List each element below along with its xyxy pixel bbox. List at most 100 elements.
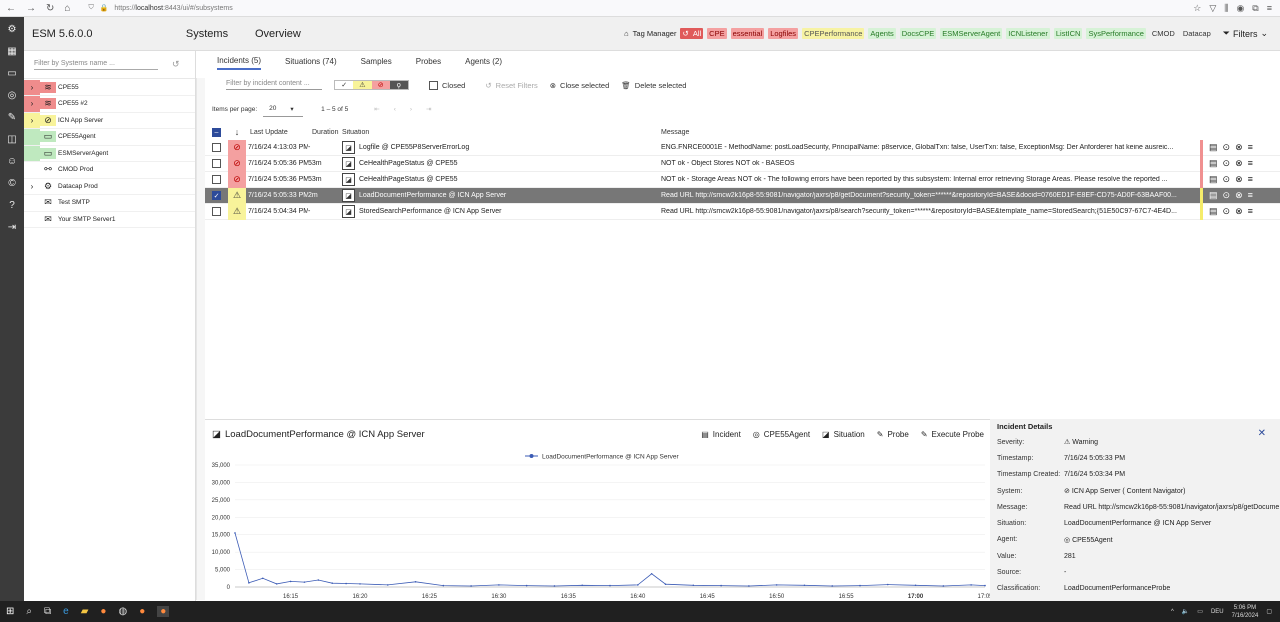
link-cpe55agent[interactable]: ◎ CPE55Agent xyxy=(753,430,810,439)
delete-selected-button[interactable]: 🗑 Delete selected xyxy=(621,81,686,90)
row-checkbox[interactable] xyxy=(212,207,221,216)
page-nav-arrows[interactable]: ⇤‹›⇥ xyxy=(374,105,445,113)
link-situation[interactable]: ◪ Situation xyxy=(822,430,865,439)
url-bar[interactable]: ⛉ 🔒 https://localhost:8443/ui/#/subsyste… xyxy=(88,4,232,12)
copyright-icon[interactable]: © xyxy=(4,175,20,191)
system-item[interactable]: › ≋ CPE55 #2 xyxy=(24,96,195,113)
link-execute-probe[interactable]: ✎ Execute Probe xyxy=(921,430,984,439)
row-checkbox[interactable] xyxy=(212,175,221,184)
close-icon[interactable]: ✕ xyxy=(1258,428,1266,439)
tab-0[interactable]: Incidents (5) xyxy=(217,53,262,70)
acknowledge-icon[interactable]: ⊙ xyxy=(1223,158,1231,169)
details-icon[interactable]: ▤ xyxy=(1209,206,1218,217)
reload-icon[interactable]: ↻ xyxy=(46,3,54,14)
probe-icon[interactable]: ◪ xyxy=(342,157,355,170)
systems-filter-input[interactable]: Filter by Systems name ... xyxy=(34,60,158,70)
sidebar-scrollbar[interactable] xyxy=(196,78,205,600)
expand-chevron-icon[interactable]: › xyxy=(24,179,40,195)
row-menu-icon[interactable]: ≡ xyxy=(1248,174,1253,185)
network-icon[interactable]: ▭ xyxy=(1197,608,1203,615)
incident-filter-input[interactable]: Filter by incident content ... xyxy=(226,80,322,90)
star-icon[interactable]: ☆ xyxy=(1193,3,1201,14)
expand-chevron-icon[interactable]: › xyxy=(24,96,40,112)
row-menu-icon[interactable]: ≡ xyxy=(1248,158,1253,169)
link-incident[interactable]: ▤ Incident xyxy=(701,430,741,439)
situation-text[interactable]: StoredSearchPerformance @ ICN App Server xyxy=(359,208,502,215)
row-checkbox[interactable]: ✓ xyxy=(212,191,221,200)
acknowledge-icon[interactable]: ⊙ xyxy=(1223,142,1231,153)
close-incident-icon[interactable]: ⊗ xyxy=(1235,174,1243,185)
edge-icon[interactable]: e xyxy=(63,606,69,617)
sort-arrow-icon[interactable]: ↓ xyxy=(228,124,246,140)
table-row[interactable]: ✓ ⚠ 7/16/24 5:05:33 PM 2m ◪ LoadDocumentPerfo… xyxy=(205,187,1280,204)
windows-start-icon[interactable]: ⊞ xyxy=(6,606,14,617)
items-per-page-select[interactable]: 20 ▾ xyxy=(263,101,304,117)
system-item[interactable]: ✉ Test SMTP xyxy=(24,195,195,212)
firefox-icon-2[interactable]: ● xyxy=(139,606,145,617)
pocket-icon[interactable]: ▽ xyxy=(1209,3,1216,14)
tag-cmod[interactable]: CMOD xyxy=(1150,28,1177,39)
acknowledge-icon[interactable]: ⊙ xyxy=(1223,174,1231,185)
select-all-checkbox[interactable]: – xyxy=(212,127,221,137)
tab-3[interactable]: Probes xyxy=(416,54,441,69)
probe-icon[interactable]: ◪ xyxy=(342,205,355,218)
tag-essential[interactable]: essential xyxy=(730,28,765,39)
tag-cpe[interactable]: CPE xyxy=(707,28,727,39)
expand-chevron-icon[interactable]: › xyxy=(24,79,40,95)
tray-chevron-icon[interactable]: ^ xyxy=(1171,609,1174,615)
situation-text[interactable]: CeHealthPageStatus @ CPE55 xyxy=(359,176,458,183)
close-incident-icon[interactable]: ⊗ xyxy=(1235,206,1243,217)
severity-filter[interactable]: ✓ ⚠ ⊘ ϙ xyxy=(334,80,409,90)
forward-icon[interactable]: → xyxy=(26,3,36,14)
col-situation[interactable]: Situation xyxy=(342,129,661,136)
reset-filters-button[interactable]: ↺ Reset Filters xyxy=(485,81,537,90)
col-last-update[interactable]: Last Update xyxy=(246,129,308,136)
clock[interactable]: 5:06 PM 7/16/2024 xyxy=(1232,604,1259,620)
col-message[interactable]: Message xyxy=(661,129,1197,136)
tag-cpeperformance[interactable]: CPEPerformance xyxy=(802,28,865,39)
help-icon[interactable]: ? xyxy=(4,197,20,213)
system-item[interactable]: › ⊘ ICN App Server xyxy=(24,112,195,129)
probe-icon[interactable]: ◪ xyxy=(342,141,355,154)
row-menu-icon[interactable]: ≡ xyxy=(1248,142,1253,153)
firefox-icon[interactable]: ● xyxy=(100,606,106,617)
tag-icnlistener[interactable]: ICNListener xyxy=(1006,28,1050,39)
row-menu-icon[interactable]: ≡ xyxy=(1248,206,1253,217)
notification-icon[interactable]: ▢ xyxy=(1266,608,1272,615)
table-row[interactable]: ⊘ 7/16/24 5:05:36 PM 53m ◪ CeHealthPageStatu… xyxy=(205,171,1280,188)
library-icon[interactable]: ⫼ xyxy=(1224,3,1228,14)
critical-filter-icon[interactable]: ϙ xyxy=(389,81,408,89)
tag-sysperformance[interactable]: SysPerformance xyxy=(1086,28,1146,39)
tag-esmserveragent[interactable]: ESMServerAgent xyxy=(940,28,1003,39)
close-incident-icon[interactable]: ⊗ xyxy=(1235,190,1243,201)
home-icon[interactable]: ⌂ xyxy=(64,3,70,14)
situation-text[interactable]: CeHealthPageStatus @ CPE55 xyxy=(359,160,458,167)
volume-icon[interactable]: 🔈 xyxy=(1182,608,1189,615)
target-icon[interactable]: ◎ xyxy=(4,87,20,103)
monitor-icon[interactable]: ▭ xyxy=(4,65,20,81)
system-item[interactable]: ▭ ESMServerAgent xyxy=(24,145,195,162)
tag-datacap[interactable]: Datacap xyxy=(1181,28,1213,39)
row-menu-icon[interactable]: ≡ xyxy=(1248,190,1253,201)
firefox-active-icon[interactable]: ● xyxy=(157,606,170,617)
reset-filter-icon[interactable]: ↺ xyxy=(172,59,180,70)
error-filter-icon[interactable]: ⊘ xyxy=(371,81,390,89)
logout-icon[interactable]: ⇥ xyxy=(4,219,20,235)
details-icon[interactable]: ▤ xyxy=(1209,158,1218,169)
settings-icon[interactable]: ⚙ xyxy=(4,21,20,37)
closed-toggle[interactable]: Closed xyxy=(429,80,465,90)
tab-2[interactable]: Samples xyxy=(361,54,392,69)
details-icon[interactable]: ▤ xyxy=(1209,174,1218,185)
tag-listicn[interactable]: ListICN xyxy=(1053,28,1083,39)
details-icon[interactable]: ▤ xyxy=(1209,142,1218,153)
system-item[interactable]: ✉ Your SMTP Server1 xyxy=(24,212,195,228)
system-item[interactable]: ▭ CPE55Agent xyxy=(24,129,195,146)
situation-text[interactable]: Logfile @ CPE55P8ServerErrorLog xyxy=(359,144,469,151)
acknowledge-icon[interactable]: ⊙ xyxy=(1223,206,1231,217)
expand-chevron-icon[interactable]: › xyxy=(24,112,40,128)
row-checkbox[interactable] xyxy=(212,159,221,168)
app-icon[interactable]: ◍ xyxy=(118,606,127,617)
row-checkbox[interactable] xyxy=(212,143,221,152)
tab-4[interactable]: Agents (2) xyxy=(465,54,502,69)
tag-agents[interactable]: Agents xyxy=(868,28,896,39)
